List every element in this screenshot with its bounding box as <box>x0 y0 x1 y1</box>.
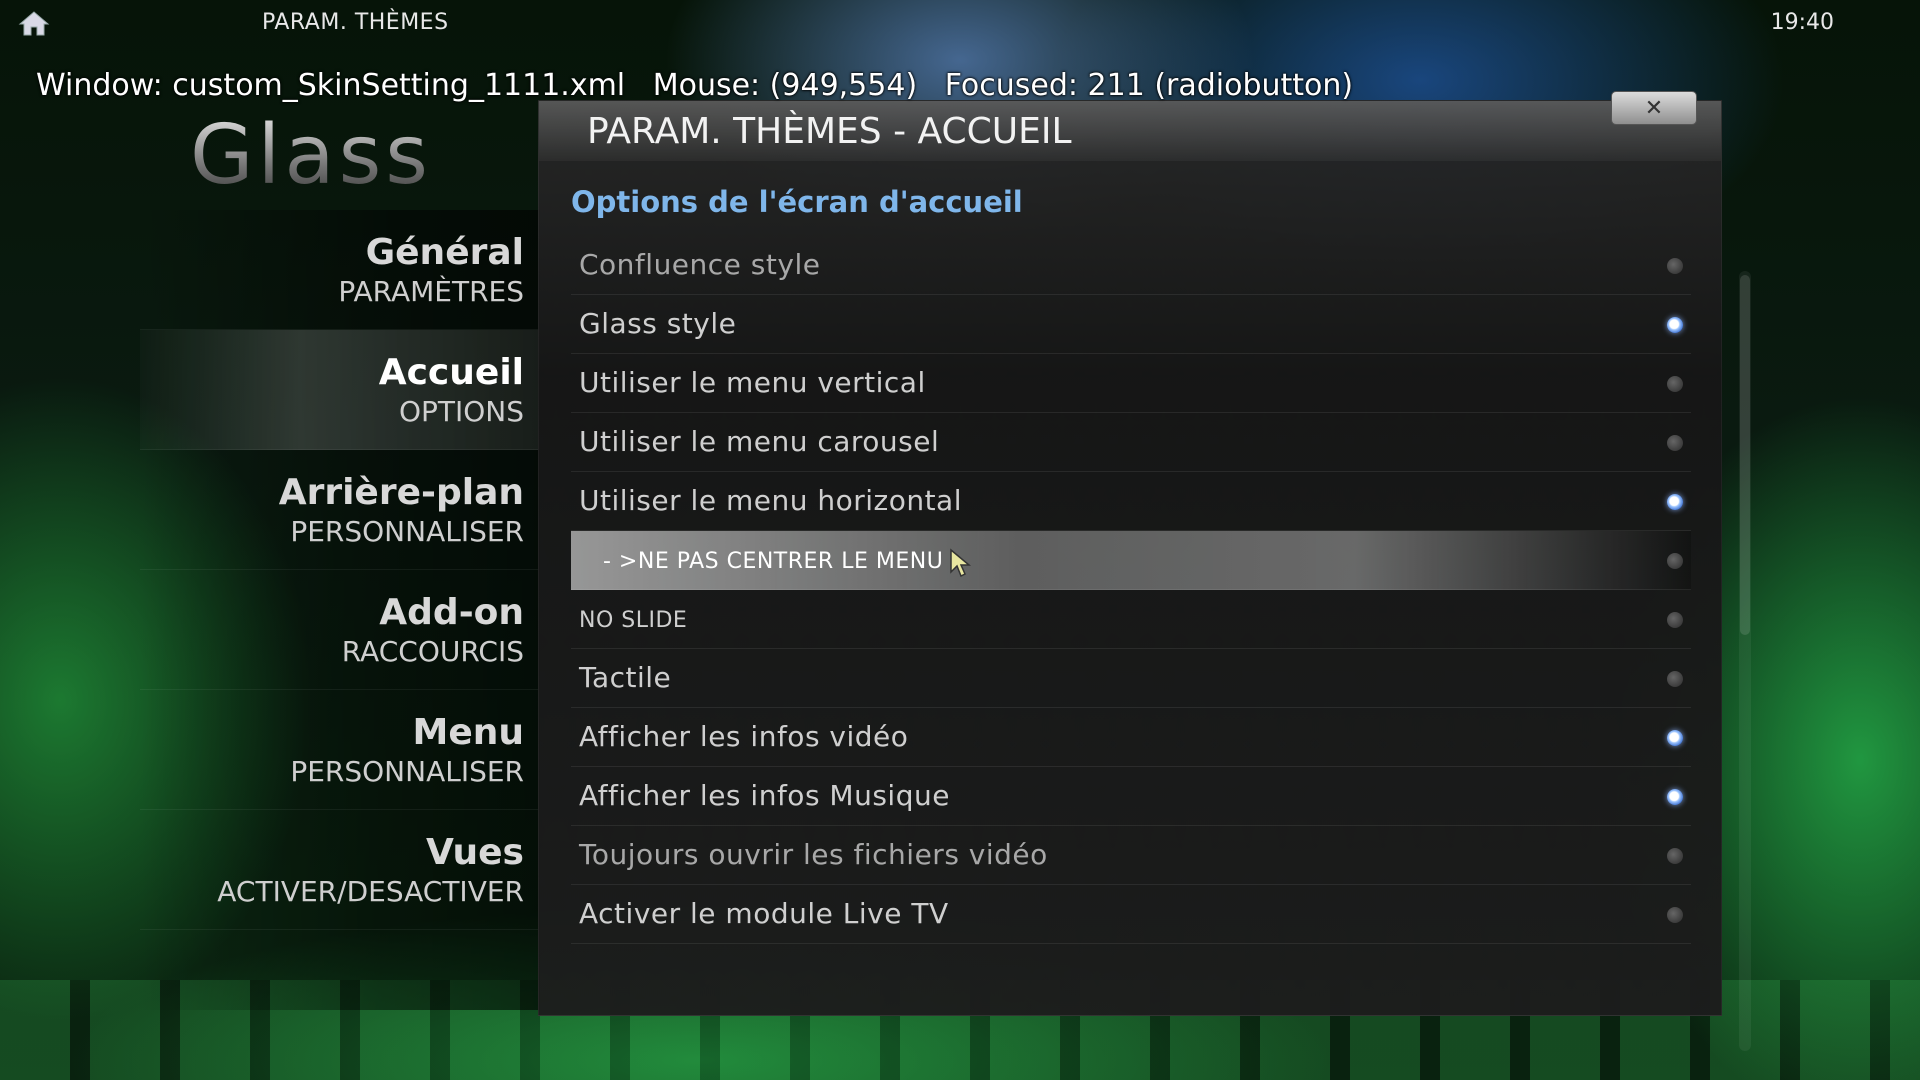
option-label: Tactile <box>579 661 672 694</box>
sidebar-item-arriere-plan[interactable]: Arrière-plan PERSONNALISER <box>140 450 540 570</box>
radio-button[interactable] <box>1667 730 1683 746</box>
sidebar-item-title: Add-on <box>379 592 524 633</box>
option-label: Utiliser le menu vertical <box>579 366 926 399</box>
option-label: Toujours ouvrir les fichiers vidéo <box>579 838 1048 871</box>
option-confluence-style[interactable]: Confluence style <box>571 236 1691 295</box>
option-ouvrir-fichiers-video[interactable]: Toujours ouvrir les fichiers vidéo <box>571 826 1691 885</box>
debug-overlay: Window: custom_SkinSetting_1111.xml Mous… <box>36 68 1353 103</box>
sidebar-item-subtitle: RACCOURCIS <box>341 635 524 668</box>
sidebar-item-vues[interactable]: Vues ACTIVER/DESACTIVER <box>140 810 540 930</box>
option-label: Activer le module Live TV <box>579 897 949 930</box>
clock: 19:40 <box>1770 10 1834 35</box>
option-label: Utiliser le menu horizontal <box>579 484 962 517</box>
sidebar-item-subtitle: OPTIONS <box>398 395 524 428</box>
section-title: Options de l'écran d'accueil <box>571 185 1023 219</box>
sidebar-item-title: Vues <box>425 832 524 873</box>
option-live-tv[interactable]: Activer le module Live TV <box>571 885 1691 944</box>
radio-button[interactable] <box>1667 789 1683 805</box>
scrollbar[interactable] <box>1739 271 1751 1051</box>
option-glass-style[interactable]: Glass style <box>571 295 1691 354</box>
option-menu-vertical[interactable]: Utiliser le menu vertical <box>571 354 1691 413</box>
top-bar: PARAM. THÈMES 19:40 <box>0 0 1920 48</box>
top-title: PARAM. THÈMES <box>262 10 449 35</box>
radio-button[interactable] <box>1667 612 1683 628</box>
radio-button[interactable] <box>1667 907 1683 923</box>
sidebar-item-accueil[interactable]: Accueil OPTIONS <box>140 330 540 450</box>
option-label: - >NE PAS CENTRER LE MENU <box>603 549 944 574</box>
scrollbar-thumb[interactable] <box>1740 275 1750 635</box>
option-menu-horizontal[interactable]: Utiliser le menu horizontal <box>571 472 1691 531</box>
option-label: Afficher les infos vidéo <box>579 720 909 753</box>
option-menu-carousel[interactable]: Utiliser le menu carousel <box>571 413 1691 472</box>
debug-mouse: Mouse: (949,554) <box>652 68 918 103</box>
radio-button[interactable] <box>1667 494 1683 510</box>
option-infos-musique[interactable]: Afficher les infos Musique <box>571 767 1691 826</box>
home-icon[interactable] <box>18 10 50 36</box>
radio-button[interactable] <box>1667 376 1683 392</box>
sidebar-item-subtitle: PARAMÈTRES <box>338 275 524 308</box>
sidebar-item-title: Arrière-plan <box>278 472 524 513</box>
sidebar-item-subtitle: ACTIVER/DESACTIVER <box>217 875 524 908</box>
option-ne-pas-centrer-menu[interactable]: - >NE PAS CENTRER LE MENU <box>571 531 1691 590</box>
option-label: Afficher les infos Musique <box>579 779 950 812</box>
debug-focused: Focused: 211 (radiobutton) <box>944 68 1354 103</box>
radio-button[interactable] <box>1667 848 1683 864</box>
radio-button[interactable] <box>1667 317 1683 333</box>
debug-window: Window: custom_SkinSetting_1111.xml <box>36 68 626 103</box>
close-icon: ✕ <box>1644 95 1664 121</box>
option-label: Utiliser le menu carousel <box>579 425 940 458</box>
panel-title: PARAM. THÈMES - ACCUEIL <box>587 111 1072 152</box>
radio-button[interactable] <box>1667 258 1683 274</box>
sidebar-item-subtitle: PERSONNALISER <box>290 755 524 788</box>
sidebar-item-title: Accueil <box>378 352 524 393</box>
option-infos-video[interactable]: Afficher les infos vidéo <box>571 708 1691 767</box>
option-tactile[interactable]: Tactile <box>571 649 1691 708</box>
close-button[interactable]: ✕ <box>1611 91 1697 125</box>
sidebar-item-title: Général <box>365 232 524 273</box>
radio-button[interactable] <box>1667 671 1683 687</box>
sidebar-item-general[interactable]: Général PARAMÈTRES <box>140 210 540 330</box>
sidebar-item-add-on[interactable]: Add-on RACCOURCIS <box>140 570 540 690</box>
sidebar: Général PARAMÈTRES Accueil OPTIONS Arriè… <box>140 210 540 1010</box>
radio-button[interactable] <box>1667 553 1683 569</box>
sidebar-item-title: Menu <box>412 712 525 753</box>
radio-button[interactable] <box>1667 435 1683 451</box>
mouse-cursor-icon <box>950 548 972 578</box>
option-label: Glass style <box>579 307 737 340</box>
option-label: Confluence style <box>579 248 821 281</box>
options-list: Confluence style Glass style Utiliser le… <box>571 236 1691 944</box>
option-label: NO SLIDE <box>579 608 688 633</box>
settings-panel: PARAM. THÈMES - ACCUEIL ✕ Options de l'é… <box>538 91 1751 1051</box>
option-no-slide[interactable]: NO SLIDE <box>571 590 1691 649</box>
sidebar-item-menu[interactable]: Menu PERSONNALISER <box>140 690 540 810</box>
sidebar-item-subtitle: PERSONNALISER <box>290 515 524 548</box>
skin-logo: Glass <box>190 108 433 203</box>
